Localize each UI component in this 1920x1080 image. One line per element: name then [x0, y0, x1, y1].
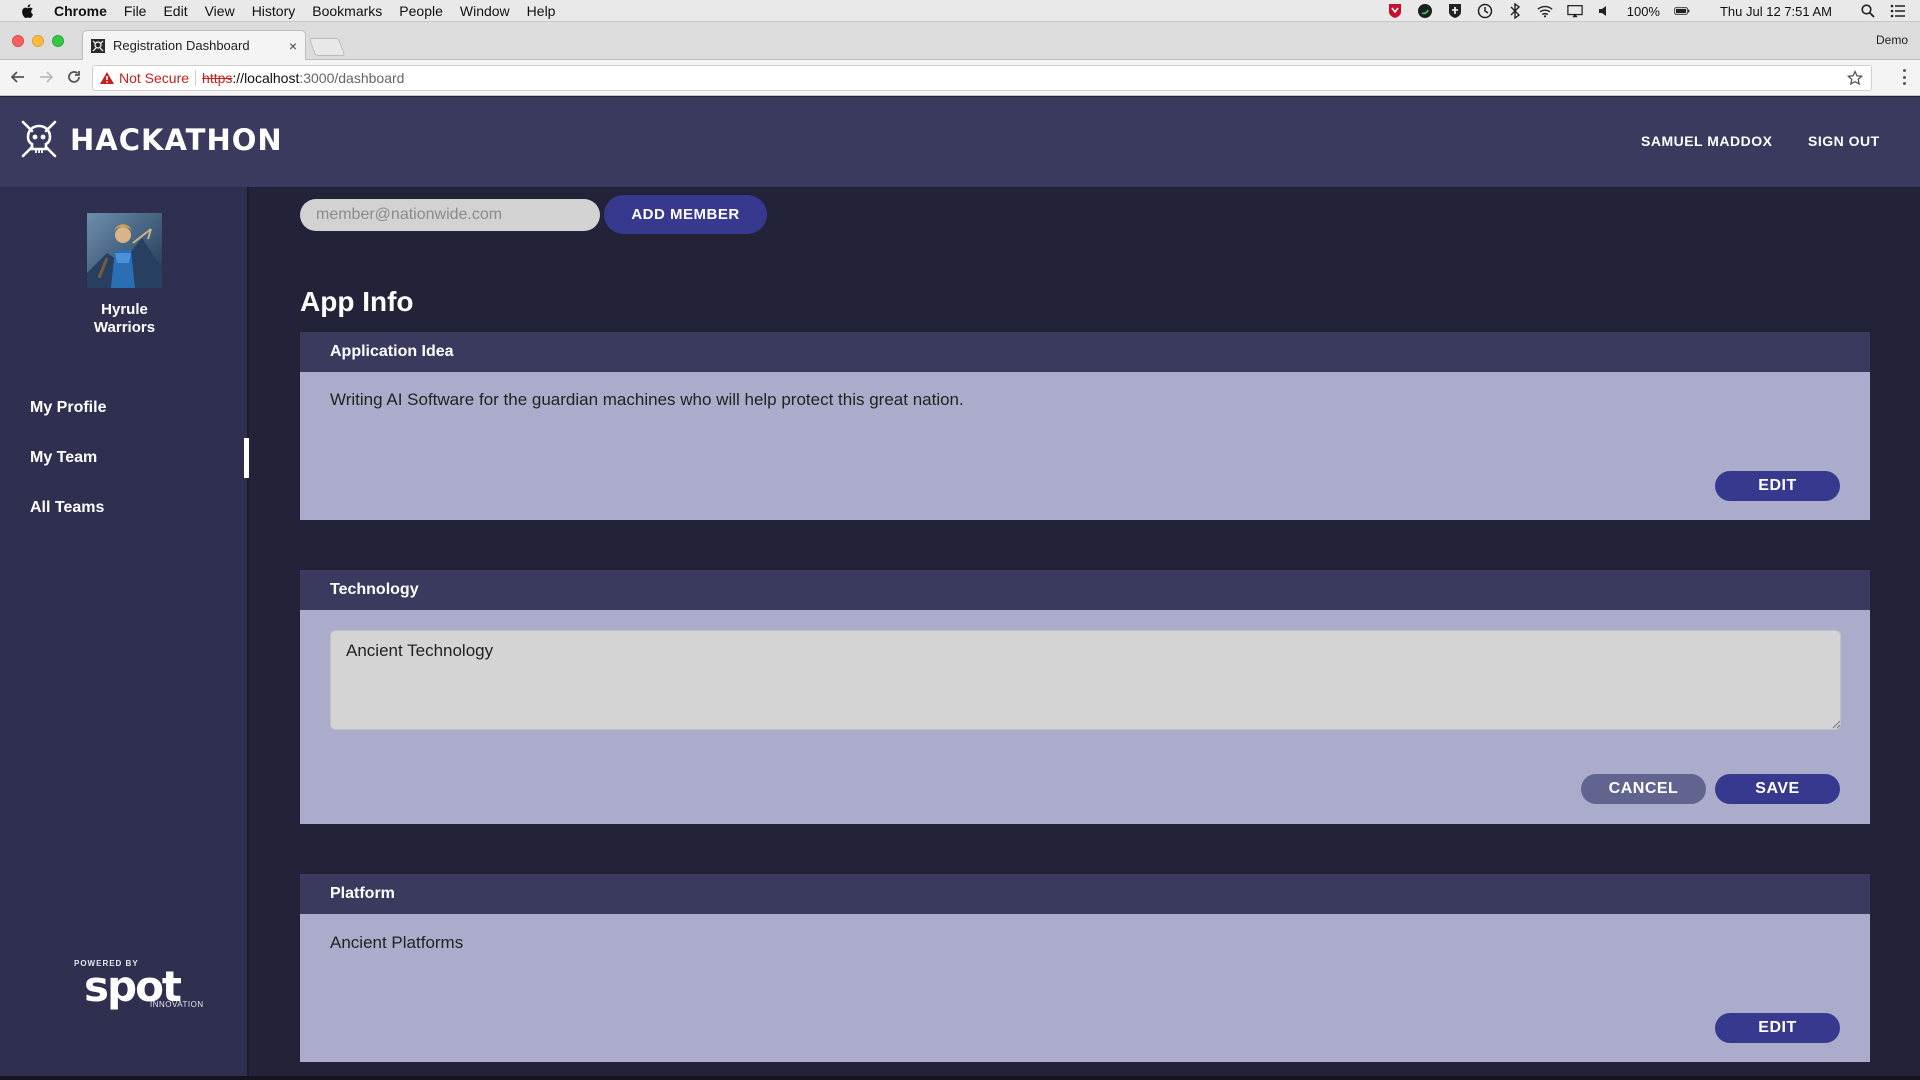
notification-center-icon[interactable]: [1890, 3, 1906, 19]
airplay-icon[interactable]: [1567, 3, 1583, 19]
battery-icon[interactable]: [1674, 3, 1690, 19]
warning-icon: [100, 72, 114, 84]
browser-tab[interactable]: Registration Dashboard ×: [82, 30, 306, 60]
bluetooth-icon[interactable]: [1507, 3, 1523, 19]
menu-window[interactable]: Window: [460, 3, 510, 19]
window-bottom-edge: [0, 1076, 1920, 1080]
sidebar-item-all-teams[interactable]: All Teams: [30, 499, 104, 517]
active-nav-indicator: [244, 438, 249, 478]
apple-icon[interactable]: [20, 3, 36, 19]
bookmark-star-icon[interactable]: [1847, 70, 1863, 86]
card-heading: Platform: [300, 874, 1870, 914]
browser-toolbar: Not Secure https ://localhost :3000/dash…: [0, 60, 1920, 96]
close-window-button[interactable]: [12, 35, 24, 47]
skull-logo-icon: [21, 120, 57, 158]
page-title: App Info: [300, 286, 414, 317]
add-member-button[interactable]: ADD MEMBER: [604, 195, 767, 234]
menu-bookmarks[interactable]: Bookmarks: [312, 3, 382, 19]
security-status[interactable]: Not Secure: [119, 70, 189, 86]
menu-history[interactable]: History: [252, 3, 296, 19]
menubar-status-area: 100% Thu Jul 12 7:51 AM: [1387, 0, 1906, 22]
sidebar: Hyrule Warriors My Profile My Team All T…: [0, 187, 249, 1080]
menu-help[interactable]: Help: [527, 3, 556, 19]
omnibox-divider: [195, 70, 197, 86]
menubar-clock[interactable]: Thu Jul 12 7:51 AM: [1720, 4, 1832, 19]
shield-extension-icon[interactable]: [1387, 3, 1403, 19]
member-email-input[interactable]: [300, 199, 600, 231]
team-name: Hyrule Warriors: [0, 301, 249, 337]
tab-title: Registration Dashboard: [113, 38, 250, 53]
application-idea-card: Application Idea Writing AI Software for…: [300, 332, 1870, 520]
cancel-technology-button[interactable]: CANCEL: [1581, 774, 1706, 804]
wifi-icon[interactable]: [1537, 3, 1553, 19]
zoom-window-button[interactable]: [52, 35, 64, 47]
user-name-link[interactable]: SAMUEL MADDOX: [1641, 133, 1772, 149]
url-path: :3000/dashboard: [299, 70, 405, 86]
menu-people[interactable]: People: [399, 3, 443, 19]
window-controls: [12, 35, 64, 47]
browser-tab-strip: Registration Dashboard × Demo: [0, 22, 1920, 60]
resize-grip-icon[interactable]: [1831, 719, 1841, 729]
new-tab-button[interactable]: [308, 38, 346, 56]
menu-file[interactable]: File: [124, 3, 147, 19]
technology-textarea[interactable]: Ancient Technology: [330, 630, 1841, 730]
team-name-line1: Hyrule: [101, 301, 148, 318]
menu-edit[interactable]: Edit: [163, 3, 187, 19]
sidebar-item-my-team[interactable]: My Team: [30, 449, 97, 467]
security-shield-icon[interactable]: [1447, 3, 1463, 19]
clock-history-icon[interactable]: [1477, 3, 1493, 19]
card-heading: Technology: [300, 570, 1870, 610]
edit-platform-button[interactable]: EDIT: [1715, 1013, 1840, 1043]
url-scheme: https: [202, 70, 233, 86]
platform-card: Platform Ancient Platforms EDIT: [300, 874, 1870, 1062]
reload-icon[interactable]: [64, 67, 84, 87]
platform-text: Ancient Platforms: [330, 933, 464, 952]
spotlight-search-icon[interactable]: [1860, 3, 1876, 19]
application-idea-text: Writing AI Software for the guardian mac…: [330, 390, 964, 409]
innovation-label: INNOVATION: [150, 1000, 204, 1009]
app-header: HACKATHON SAMUEL MADDOX SIGN OUT: [0, 97, 1920, 187]
close-tab-icon[interactable]: ×: [289, 38, 297, 54]
hackathon-logo[interactable]: HACKATHON: [20, 119, 283, 161]
menu-view[interactable]: View: [205, 3, 235, 19]
minimize-window-button[interactable]: [32, 35, 44, 47]
url-host: ://localhost: [232, 70, 300, 86]
sidebar-item-my-profile[interactable]: My Profile: [30, 399, 106, 417]
card-heading: Application Idea: [300, 332, 1870, 372]
back-icon[interactable]: [8, 67, 28, 87]
technology-card: Technology Ancient Technology CANCEL SAV…: [300, 570, 1870, 824]
menu-app-name[interactable]: Chrome: [54, 3, 107, 19]
profile-name[interactable]: Demo: [1876, 33, 1908, 47]
os-menubar: Chrome File Edit View History Bookmarks …: [0, 0, 1920, 22]
team-avatar: [87, 213, 162, 288]
save-technology-button[interactable]: SAVE: [1715, 774, 1840, 804]
favicon-icon: [91, 38, 105, 53]
browser-menu-icon[interactable]: [1902, 69, 1906, 85]
powered-by-spot-logo[interactable]: POWERED BY spot INNOVATION: [74, 959, 204, 1009]
sign-out-link[interactable]: SIGN OUT: [1808, 133, 1880, 149]
sync-status-icon[interactable]: [1417, 3, 1433, 19]
volume-icon[interactable]: [1597, 3, 1613, 19]
edit-application-idea-button[interactable]: EDIT: [1715, 471, 1840, 501]
main-content: ADD MEMBER App Info Application Idea Wri…: [251, 187, 1920, 1080]
brand-name: HACKATHON: [70, 123, 283, 157]
forward-icon[interactable]: [36, 67, 56, 87]
team-name-line2: Warriors: [93, 319, 156, 336]
address-bar[interactable]: Not Secure https ://localhost :3000/dash…: [92, 65, 1872, 91]
battery-percent: 100%: [1626, 3, 1660, 19]
